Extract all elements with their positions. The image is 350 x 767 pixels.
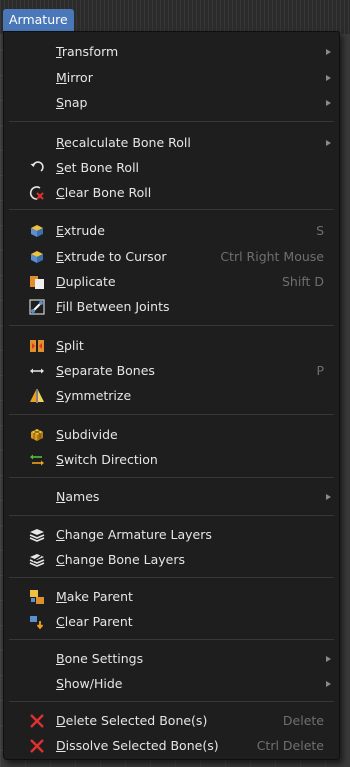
menu-item-shortcut: Ctrl Right Mouse bbox=[220, 249, 324, 264]
menu-separator bbox=[9, 477, 334, 478]
menu-item-symmetrize[interactable]: Symmetrize bbox=[4, 384, 339, 408]
menu-item-label: Extrude bbox=[56, 223, 105, 238]
submenu-arrow-icon bbox=[326, 100, 331, 106]
menu-item-label: Mirror bbox=[56, 70, 93, 85]
menu-item-set-bone-roll[interactable]: Set Bone Roll bbox=[4, 156, 339, 180]
menu-item-extrude[interactable]: Extrude S bbox=[4, 219, 339, 243]
menu-item-label: Clear Bone Roll bbox=[56, 185, 152, 200]
menu-separator bbox=[9, 577, 334, 578]
menu-item-label: Names bbox=[56, 489, 100, 504]
menu-item-snap[interactable]: Snap bbox=[4, 91, 339, 115]
make-parent-icon bbox=[29, 589, 45, 605]
menu-item-label: Switch Direction bbox=[56, 452, 158, 467]
menu-item-subdivide[interactable]: Subdivide bbox=[4, 423, 339, 447]
menu-item-clear-bone-roll[interactable]: Clear Bone Roll bbox=[4, 181, 339, 205]
extrude-icon bbox=[29, 223, 45, 239]
menu-item-split[interactable]: Split bbox=[4, 334, 339, 358]
menu-item-label: Subdivide bbox=[56, 427, 118, 442]
menu-item-make-parent[interactable]: Make Parent bbox=[4, 585, 339, 609]
menu-separator bbox=[9, 639, 334, 640]
switch-direction-icon bbox=[29, 452, 45, 468]
menu-item-label: Show/Hide bbox=[56, 676, 123, 691]
menu-item-clear-parent[interactable]: Clear Parent bbox=[4, 610, 339, 634]
menu-item-change-bone-layers[interactable]: Change Bone Layers bbox=[4, 548, 339, 572]
menu-item-separate-bones[interactable]: Separate Bones P bbox=[4, 359, 339, 383]
armature-menu-title[interactable]: Armature bbox=[3, 9, 74, 31]
menu-item-recalculate-bone-roll[interactable]: Recalculate Bone Roll bbox=[4, 131, 339, 155]
menu-item-switch-direction[interactable]: Switch Direction bbox=[4, 448, 339, 472]
menu-item-delete-selected-bones[interactable]: Delete Selected Bone(s) Delete bbox=[4, 709, 339, 733]
menu-item-transform[interactable]: Transform bbox=[4, 40, 339, 64]
menu-item-label: Fill Between Joints bbox=[56, 299, 170, 314]
duplicate-icon bbox=[29, 274, 45, 290]
split-icon bbox=[29, 338, 45, 354]
bone-layers-icon bbox=[29, 552, 45, 568]
menu-item-label: Clear Parent bbox=[56, 614, 133, 629]
menu-item-duplicate[interactable]: Duplicate Shift D bbox=[4, 270, 339, 294]
layers-icon bbox=[29, 527, 45, 543]
menu-item-dissolve-selected-bones[interactable]: Dissolve Selected Bone(s) Ctrl Delete bbox=[4, 734, 339, 758]
menu-item-label: Delete Selected Bone(s) bbox=[56, 713, 208, 728]
menu-separator bbox=[9, 414, 334, 415]
menu-item-label: Recalculate Bone Roll bbox=[56, 135, 191, 150]
menu-item-show-hide[interactable]: Show/Hide bbox=[4, 672, 339, 696]
menu-item-label: Split bbox=[56, 338, 84, 353]
submenu-arrow-icon bbox=[326, 656, 331, 662]
viewport-background: Armature Transform Mirror Snap Recalcula… bbox=[0, 0, 350, 767]
rotate-arrow-icon bbox=[29, 160, 45, 176]
menu-item-shortcut: S bbox=[316, 223, 324, 238]
clear-parent-icon bbox=[29, 614, 45, 630]
subdivide-icon bbox=[29, 427, 45, 443]
menu-item-label: Extrude to Cursor bbox=[56, 249, 167, 264]
menu-item-names[interactable]: Names bbox=[4, 485, 339, 509]
submenu-arrow-icon bbox=[326, 494, 331, 500]
menu-item-label: Duplicate bbox=[56, 274, 116, 289]
menu-separator bbox=[9, 701, 334, 702]
viewport-edge bbox=[340, 34, 350, 767]
menu-item-label: Make Parent bbox=[56, 589, 133, 604]
menu-item-label: Symmetrize bbox=[56, 388, 132, 403]
menu-item-shortcut: P bbox=[316, 363, 324, 378]
menu-item-change-armature-layers[interactable]: Change Armature Layers bbox=[4, 523, 339, 547]
header-bar: Armature bbox=[0, 0, 350, 34]
menu-item-fill-between-joints[interactable]: Fill Between Joints bbox=[4, 295, 339, 319]
menu-item-label: Snap bbox=[56, 95, 88, 110]
menu-item-bone-settings[interactable]: Bone Settings bbox=[4, 647, 339, 671]
menu-item-label: Change Bone Layers bbox=[56, 552, 186, 567]
menu-separator bbox=[9, 209, 334, 210]
submenu-arrow-icon bbox=[326, 681, 331, 687]
menu-item-label: Separate Bones bbox=[56, 363, 155, 378]
symmetrize-icon bbox=[29, 388, 45, 404]
armature-dropdown-menu: Transform Mirror Snap Recalculate Bone R… bbox=[3, 31, 340, 760]
menu-item-extrude-to-cursor[interactable]: Extrude to Cursor Ctrl Right Mouse bbox=[4, 245, 339, 269]
clear-roll-icon bbox=[29, 185, 45, 201]
menu-item-label: Dissolve Selected Bone(s) bbox=[56, 738, 219, 753]
menu-item-shortcut: Delete bbox=[282, 713, 324, 728]
menu-item-label: Change Armature Layers bbox=[56, 527, 212, 542]
delete-x-icon bbox=[29, 713, 45, 729]
menu-item-label: Bone Settings bbox=[56, 651, 144, 666]
separate-icon bbox=[29, 363, 45, 379]
menu-item-label: Transform bbox=[56, 44, 119, 59]
menu-separator bbox=[9, 325, 334, 326]
menu-item-shortcut: Shift D bbox=[281, 274, 324, 289]
submenu-arrow-icon bbox=[326, 75, 331, 81]
dissolve-x-icon bbox=[29, 738, 45, 754]
menu-separator bbox=[9, 121, 334, 122]
extrude-cursor-icon bbox=[29, 249, 45, 265]
menu-separator bbox=[9, 515, 334, 516]
fill-joints-icon bbox=[29, 299, 45, 315]
menu-item-mirror[interactable]: Mirror bbox=[4, 66, 339, 90]
menu-item-shortcut: Ctrl Delete bbox=[256, 738, 324, 753]
submenu-arrow-icon bbox=[326, 140, 331, 146]
menu-item-label: Set Bone Roll bbox=[56, 160, 140, 175]
submenu-arrow-icon bbox=[326, 49, 331, 55]
